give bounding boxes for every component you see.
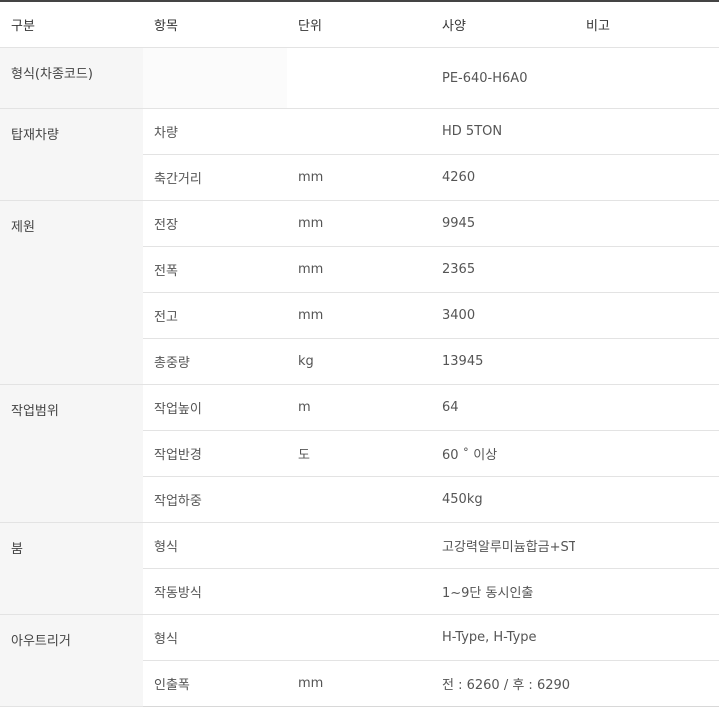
item-cell: 작업하중: [143, 476, 287, 523]
item-cell: [143, 47, 287, 109]
table-row: 작업범위 작업높이 m 64: [0, 384, 719, 523]
note-cell: [575, 108, 719, 155]
item-cell: 전장: [143, 200, 287, 247]
note-cell: [575, 568, 719, 615]
spec-cell: 450kg: [431, 476, 575, 523]
group-cell-dimensions: 제원: [0, 200, 143, 385]
note-cell: [575, 660, 719, 707]
note-cell: [575, 292, 719, 339]
group-cell-work-range: 작업범위: [0, 384, 143, 523]
spec-cell: 4260: [431, 154, 575, 201]
spec-cell: 13945: [431, 338, 575, 385]
header-group: 구분: [0, 0, 143, 48]
header-spec: 사양: [431, 0, 575, 48]
group-cell-model: 형식(차종코드): [0, 47, 143, 109]
spec-cell: HD 5TON: [431, 108, 575, 155]
item-cell: 총중량: [143, 338, 287, 385]
header-unit: 단위: [287, 0, 431, 48]
unit-cell: [287, 47, 431, 109]
spec-cell: H-Type, H-Type: [431, 614, 575, 661]
item-cell: 작업높이: [143, 384, 287, 431]
note-cell: [575, 246, 719, 293]
item-cell: 차량: [143, 108, 287, 155]
item-cell: 형식: [143, 522, 287, 569]
note-cell: [575, 476, 719, 523]
header-item: 항목: [143, 0, 287, 48]
unit-cell: [287, 522, 431, 569]
header-note: 비고: [575, 0, 719, 48]
unit-cell: m: [287, 384, 431, 431]
item-cell: 인출폭: [143, 660, 287, 707]
spec-cell: 2365: [431, 246, 575, 293]
note-cell: [575, 522, 719, 569]
spec-cell: 60 ˚ 이상: [431, 430, 575, 477]
table-row: 형식(차종코드) PE-640-H6A0: [0, 47, 719, 109]
note-cell: [575, 384, 719, 431]
note-cell: [575, 338, 719, 385]
unit-cell: 도: [287, 430, 431, 477]
item-cell: 작업반경: [143, 430, 287, 477]
item-cell: 형식: [143, 614, 287, 661]
spec-cell: 고강력알루미늄합금+STEEL: [431, 522, 575, 569]
item-cell: 전폭: [143, 246, 287, 293]
unit-cell: mm: [287, 246, 431, 293]
unit-cell: kg: [287, 338, 431, 385]
spec-cell: 64: [431, 384, 575, 431]
group-cell-boom: 붐: [0, 522, 143, 615]
unit-cell: mm: [287, 154, 431, 201]
unit-cell: [287, 476, 431, 523]
note-cell: [575, 200, 719, 247]
table-row: 탑재차량 차량 HD 5TON: [0, 108, 719, 201]
table-row: 붐 형식 고강력알루미늄합금+STEEL: [0, 522, 719, 615]
spec-cell: 1~9단 동시인출: [431, 568, 575, 615]
spec-cell: PE-640-H6A0: [431, 47, 575, 109]
note-cell: [575, 47, 719, 109]
unit-cell: [287, 108, 431, 155]
item-cell: 축간거리: [143, 154, 287, 201]
spec-table: 구분 항목 단위 사양 비고 형식(차종코드) PE-640-H6A0 탑재차량…: [0, 0, 719, 707]
item-cell: 전고: [143, 292, 287, 339]
unit-cell: mm: [287, 660, 431, 707]
note-cell: [575, 154, 719, 201]
spec-cell: 9945: [431, 200, 575, 247]
spec-cell: 전 : 6260 / 후 : 6290: [431, 660, 575, 707]
unit-cell: [287, 568, 431, 615]
unit-cell: mm: [287, 292, 431, 339]
table-row: 아우트리거 형식 H-Type, H-Type: [0, 614, 719, 707]
table-row: 제원 전장 mm 9945: [0, 200, 719, 385]
item-cell: 작동방식: [143, 568, 287, 615]
spec-cell: 3400: [431, 292, 575, 339]
unit-cell: mm: [287, 200, 431, 247]
group-cell-vehicle: 탑재차량: [0, 108, 143, 201]
unit-cell: [287, 614, 431, 661]
note-cell: [575, 430, 719, 477]
note-cell: [575, 614, 719, 661]
table-header-row: 구분 항목 단위 사양 비고: [0, 0, 719, 48]
